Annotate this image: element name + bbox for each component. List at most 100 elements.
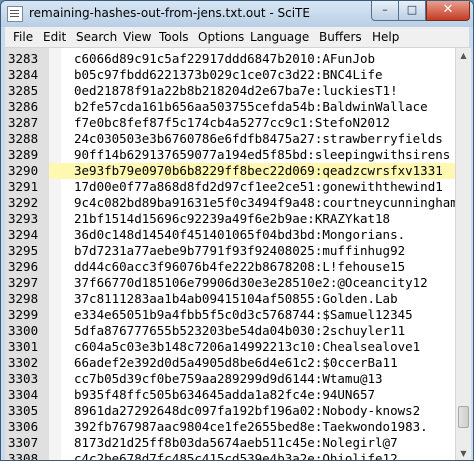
scite-window: remaining-hashes-out-from-jens.txt.out -… <box>0 0 474 461</box>
text-line[interactable]: 3285 0ed21878f91a22b8b218204d2e67ba7e:luc… <box>5 83 455 99</box>
line-text[interactable]: b7d7231a77aebe9b7791f93f92408025:muffinh… <box>74 243 405 259</box>
line-number: 3308 <box>8 451 39 461</box>
menu-search[interactable]: Search <box>76 30 117 44</box>
text-line[interactable]: 3306 392fb767987aac9804ce1fe2655bed8e:Tae… <box>5 419 455 435</box>
line-text[interactable]: 24c030503e3b6760786e6fdfb8475a27:strawbe… <box>74 131 443 147</box>
text-line[interactable]: 3302 66adef2e392d0d5a4905d8be6d4e61c2:$0c… <box>5 355 455 371</box>
scroll-up-arrow-icon[interactable]: ▲ <box>456 48 471 64</box>
title-bar[interactable]: remaining-hashes-out-from-jens.txt.out -… <box>1 1 473 27</box>
line-text[interactable]: 36d0c148d14540f451401065f04bd3bd:Mongori… <box>74 227 405 243</box>
line-number: 3302 <box>8 355 39 370</box>
line-number: 3287 <box>8 115 39 130</box>
line-text[interactable]: 90ff14b629137659077a194ed5f85bd:sleeping… <box>74 147 450 163</box>
line-text[interactable]: 37f66770d185106e79906d30e3e28510e2:@Ocea… <box>74 275 428 291</box>
line-number: 3301 <box>8 339 39 354</box>
line-number: 3300 <box>8 323 39 338</box>
text-line[interactable]: 3293 21bf1514d15696c92239a49f6e2b9ae:KRAZ… <box>5 211 455 227</box>
line-text[interactable]: 21bf1514d15696c92239a49f6e2b9ae:KRAZYkat… <box>74 211 390 227</box>
text-line[interactable]: 3304 b935f48ffc505b634645adda1a82fc4e:94U… <box>5 387 455 403</box>
text-line[interactable]: 3292 9c4c082bd89ba91631e5f0c3494f9a48:cou… <box>5 195 458 211</box>
text-line[interactable]: 3288 24c030503e3b6760786e6fdfb8475a27:str… <box>5 131 455 147</box>
line-number: 3284 <box>8 67 39 82</box>
minimize-button[interactable]: – <box>371 1 399 21</box>
text-line[interactable]: 3284 b05c97fbdd6221373b029c1ce07c3d22:BNC… <box>5 67 455 83</box>
line-text[interactable]: 392fb767987aac9804ce1fe2655bed8e:Taekwon… <box>74 419 428 435</box>
text-line[interactable]: 3295 b7d7231a77aebe9b7791f93f92408025:muf… <box>5 243 455 259</box>
line-text[interactable]: 37c8111283aa1b4ab09415104af50855:Golden.… <box>74 291 398 307</box>
scrollbar-thumb[interactable] <box>458 406 469 428</box>
line-number: 3306 <box>8 419 39 434</box>
line-text[interactable]: b05c97fbdd6221373b029c1ce07c3d22:BNC4Lif… <box>74 67 383 83</box>
current-line[interactable]: 3290 3e93fb79e0970b6b8229ff8bec22d069:qea… <box>5 163 455 179</box>
line-text[interactable]: 9c4c082bd89ba91631e5f0c3494f9a48:courtne… <box>74 195 458 211</box>
scroll-down-arrow-icon[interactable]: ▼ <box>456 446 471 460</box>
menu-tools[interactable]: Tools <box>159 30 189 44</box>
line-text[interactable]: e334e65051b9a4fbb5f5c0d3c5768744:$Samuel… <box>74 307 413 323</box>
line-text[interactable]: 5dfa876777655b523203be54da04b030:2schuyl… <box>74 323 405 339</box>
menu-edit[interactable]: Edit <box>43 30 66 44</box>
vertical-scrollbar[interactable]: ▲ ▼ <box>455 48 471 460</box>
line-text[interactable]: b935f48ffc505b634645adda1a82fc4e:94UN657 <box>74 387 375 403</box>
line-number: 3303 <box>8 371 39 386</box>
text-line[interactable]: 3287 f7e0bc8fef87f5c174cb4a5277cc9c1:Stef… <box>5 115 455 131</box>
line-number: 3289 <box>8 147 39 162</box>
menu-file[interactable]: File <box>13 30 33 44</box>
line-text[interactable]: dd44c60acc3f96076b4fe222b8678208:L!fehou… <box>74 259 405 275</box>
line-number: 3290 <box>5 163 49 179</box>
text-line[interactable]: 3300 5dfa876777655b523203be54da04b030:2sc… <box>5 323 455 339</box>
line-number: 3296 <box>8 259 39 274</box>
line-text[interactable]: 0ed21878f91a22b8b218204d2e67ba7e:luckies… <box>74 83 398 99</box>
line-number: 3299 <box>8 307 39 322</box>
line-number: 3304 <box>8 387 39 402</box>
menu-options[interactable]: Options <box>198 30 244 44</box>
text-document-icon <box>7 6 23 22</box>
text-line[interactable]: 3303 cc7b05d39cf0be759aa289299d9d6144:Wta… <box>5 371 455 387</box>
text-line[interactable]: 3283 c6066d89c91c5af22917ddd6847b2010:AFu… <box>5 51 455 67</box>
line-number: 3305 <box>8 403 39 418</box>
text-line[interactable]: 3289 90ff14b629137659077a194ed5f85bd:slee… <box>5 147 455 163</box>
text-line[interactable]: 3291 17d00e0f77a868d8fd2d97cf1ee2ce51:gon… <box>5 179 455 195</box>
text-line[interactable]: 3297 37f66770d185106e79906d30e3e28510e2:@… <box>5 275 455 291</box>
line-number: 3307 <box>8 435 39 450</box>
line-number: 3288 <box>8 131 39 146</box>
line-text[interactable]: 8173d21d25ff8b03da5674aeb511c45e:Nolegir… <box>74 435 398 451</box>
text-editor[interactable]: 3283 c6066d89c91c5af22917ddd6847b2010:AFu… <box>5 48 458 461</box>
line-number: 3291 <box>8 179 39 194</box>
line-number: 3285 <box>8 83 39 98</box>
line-number: 3297 <box>8 275 39 290</box>
menu-buffers[interactable]: Buffers <box>319 30 362 44</box>
line-text[interactable]: c4c2be678d7fc485c415cd539e4b3a2e:Ohiolif… <box>74 451 398 460</box>
line-number: 3294 <box>8 227 39 242</box>
line-text[interactable]: 3e93fb79e0970b6b8229ff8bec22d069:qeadzcw… <box>74 163 443 179</box>
line-number: 3286 <box>8 99 39 114</box>
line-text[interactable]: c604a5c03e3b148c7206a14992213c10:Chealse… <box>74 339 420 355</box>
menu-view[interactable]: View <box>123 30 151 44</box>
text-line[interactable]: 3286 b2fe57cda161b656aa503755cefda54b:Bal… <box>5 99 455 115</box>
line-number: 3292 <box>8 195 39 210</box>
close-button[interactable]: ✕ <box>426 1 470 21</box>
line-text[interactable]: 8961da27292648dc097fa192bf196a02:Nobody-… <box>74 403 420 419</box>
line-text[interactable]: cc7b05d39cf0be759aa289299d9d6144:Wtamu@1… <box>74 371 383 387</box>
line-text[interactable]: 66adef2e392d0d5a4905d8be6d4e61c2:$0ccerB… <box>74 355 398 371</box>
maximize-button[interactable]: □ <box>399 1 426 21</box>
text-line[interactable]: 3299 e334e65051b9a4fbb5f5c0d3c5768744:$Sa… <box>5 307 455 323</box>
menu-bar: File Edit Search View Tools Options Lang… <box>5 27 469 48</box>
window-title: remaining-hashes-out-from-jens.txt.out -… <box>29 6 310 20</box>
menu-help[interactable]: Help <box>372 30 399 44</box>
line-text[interactable]: c6066d89c91c5af22917ddd6847b2010:AFunJob <box>74 51 375 67</box>
line-number: 3298 <box>8 291 39 306</box>
text-line[interactable]: 3307 8173d21d25ff8b03da5674aeb511c45e:Nol… <box>5 435 455 451</box>
line-text[interactable]: b2fe57cda161b656aa503755cefda54b:Baldwin… <box>74 99 428 115</box>
line-text[interactable]: 17d00e0f77a868d8fd2d97cf1ee2ce51:gonewit… <box>74 179 443 195</box>
text-line[interactable]: 3298 37c8111283aa1b4ab09415104af50855:Gol… <box>5 291 455 307</box>
text-line[interactable]: 3294 36d0c148d14540f451401065f04bd3bd:Mon… <box>5 227 455 243</box>
line-number: 3295 <box>8 243 39 258</box>
menu-language[interactable]: Language <box>250 30 309 44</box>
line-text[interactable]: f7e0bc8fef87f5c174cb4a5277cc9c1:StefoN20… <box>74 115 390 131</box>
text-line[interactable]: 3301 c604a5c03e3b148c7206a14992213c10:Che… <box>5 339 455 355</box>
text-line[interactable]: 3305 8961da27292648dc097fa192bf196a02:Nob… <box>5 403 455 419</box>
text-line[interactable]: 3308 c4c2be678d7fc485c415cd539e4b3a2e:Ohi… <box>5 451 455 461</box>
line-number: 3283 <box>8 51 39 66</box>
line-number: 3293 <box>8 211 39 226</box>
text-line[interactable]: 3296 dd44c60acc3f96076b4fe222b8678208:L!f… <box>5 259 455 275</box>
